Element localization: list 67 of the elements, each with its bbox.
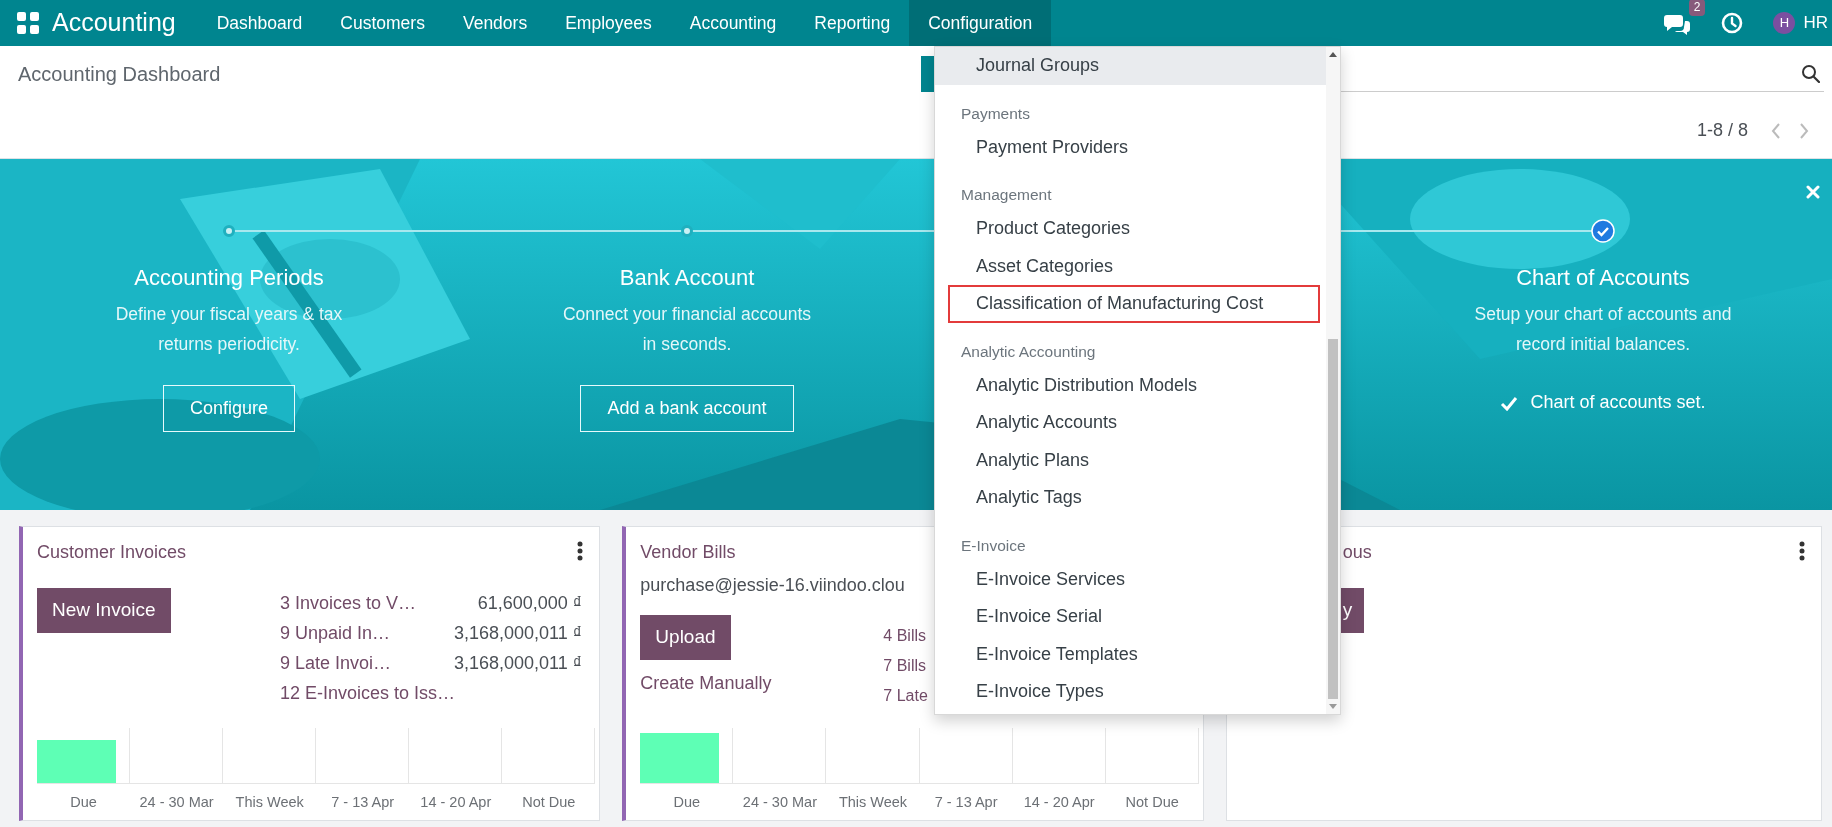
chart-label: 7 - 13 Apr xyxy=(330,793,396,813)
create-manually-link[interactable]: Create Manually xyxy=(640,669,806,697)
dropdown-item[interactable]: Analytic Distribution Models xyxy=(935,366,1326,404)
stat-amount: 61,600,000 ₫ xyxy=(476,592,582,615)
dropdown-item[interactable]: Journal Groups xyxy=(935,47,1326,85)
dropdown-item[interactable]: Asset Categories xyxy=(935,247,1326,285)
step-description: Connect your financial accounts in seconds. xyxy=(562,303,812,356)
primary-action-button[interactable]: y xyxy=(1340,588,1365,633)
dropdown-item[interactable]: Product Categories xyxy=(935,210,1326,248)
card-title[interactable]: ous xyxy=(1342,539,1372,566)
breadcrumb: Accounting Dashboard xyxy=(18,62,222,87)
step-title: Accounting Periods xyxy=(134,264,324,292)
stat-link[interactable]: 9 Late Invoi… xyxy=(280,648,445,678)
message-count-badge: 2 xyxy=(1688,0,1706,16)
stat-amount: 3,168,000,011 ₫ xyxy=(453,622,582,645)
primary-action-button[interactable]: New Invoice xyxy=(37,588,171,633)
dropdown-item[interactable]: E-Invoice Services xyxy=(935,560,1326,598)
user-avatar[interactable]: H xyxy=(1773,12,1796,34)
menu-section-header: E-Invoice xyxy=(960,535,1027,556)
dropdown-item[interactable]: E-Invoice Types xyxy=(935,673,1326,711)
pager-text: 1-8 / 8 xyxy=(1696,118,1748,142)
menu-section-header: Management xyxy=(960,185,1053,205)
stat-amount: 3,168,000,011 ₫ xyxy=(453,652,582,675)
app-name[interactable]: Accounting xyxy=(52,4,176,42)
dropdown-item[interactable]: Analytic Tags xyxy=(935,479,1326,517)
menu-section-header: Payments xyxy=(960,103,1031,124)
menu-item[interactable]: Configuration xyxy=(909,0,1052,46)
step-description: Setup your chart of accounts and record initial balances. xyxy=(1474,303,1732,356)
menu-item[interactable]: Vendors xyxy=(443,0,547,46)
chart-label: 14 - 20 Apr xyxy=(1022,793,1096,813)
primary-action-button[interactable]: Upload xyxy=(640,615,731,660)
chart-label: Due xyxy=(672,793,702,813)
stat-link[interactable]: 3 Invoices to V… xyxy=(280,588,445,618)
menu-item[interactable]: Dashboard xyxy=(197,0,322,46)
chart-label: This Week xyxy=(234,793,305,813)
menu-item[interactable]: Customers xyxy=(321,0,444,46)
menu-item[interactable]: Employees xyxy=(546,0,671,46)
menu-section-header: Analytic Accounting xyxy=(960,341,1097,362)
chart-label: Not Due xyxy=(521,793,577,813)
dropdown-item[interactable]: Analytic Plans xyxy=(935,441,1326,479)
stat-link[interactable]: 7 Bills xyxy=(883,651,927,681)
dropdown-item[interactable]: E-Invoice Serial xyxy=(935,598,1326,636)
menu-item[interactable]: Accounting xyxy=(670,0,796,46)
chart-label: Not Due xyxy=(1124,793,1180,813)
dropdown-item[interactable]: Classification of Manufacturing Cost xyxy=(948,285,1320,323)
menu-item[interactable]: Reporting xyxy=(795,0,910,46)
user-name[interactable]: HR xyxy=(1803,10,1828,36)
card-title[interactable]: Customer Invoices xyxy=(37,539,187,566)
stat-link[interactable]: 12 E-Invoices to Iss… xyxy=(280,678,456,708)
chart-label: 24 - 30 Mar xyxy=(138,793,215,813)
dropdown-item[interactable]: E-Invoice Templates xyxy=(935,635,1326,673)
step-status: Chart of accounts set. xyxy=(1530,391,1706,414)
step-description: Define your fiscal years & tax returns periodicity. xyxy=(115,303,343,356)
dropdown-item[interactable]: Payment Providers xyxy=(935,128,1326,166)
card-title[interactable]: Vendor Bills xyxy=(640,539,736,566)
chart-label: 14 - 20 Apr xyxy=(419,793,493,813)
chart-label: This Week xyxy=(837,793,909,813)
stat-link[interactable]: 4 Bills xyxy=(883,621,927,651)
step-title: Bank Account xyxy=(619,264,755,292)
chart-label: 24 - 30 Mar xyxy=(741,793,818,813)
chart-label: Due xyxy=(69,793,98,813)
chart-label: 7 - 13 Apr xyxy=(933,793,999,813)
stat-link[interactable]: 7 Late xyxy=(883,681,928,711)
card-email: purchase@jessie-16.viindoo.clou xyxy=(640,574,905,597)
step-title: Chart of Accounts xyxy=(1516,264,1690,292)
dropdown-item[interactable]: Analytic Accounts xyxy=(935,404,1326,442)
stat-link[interactable]: 9 Unpaid In… xyxy=(280,618,445,648)
